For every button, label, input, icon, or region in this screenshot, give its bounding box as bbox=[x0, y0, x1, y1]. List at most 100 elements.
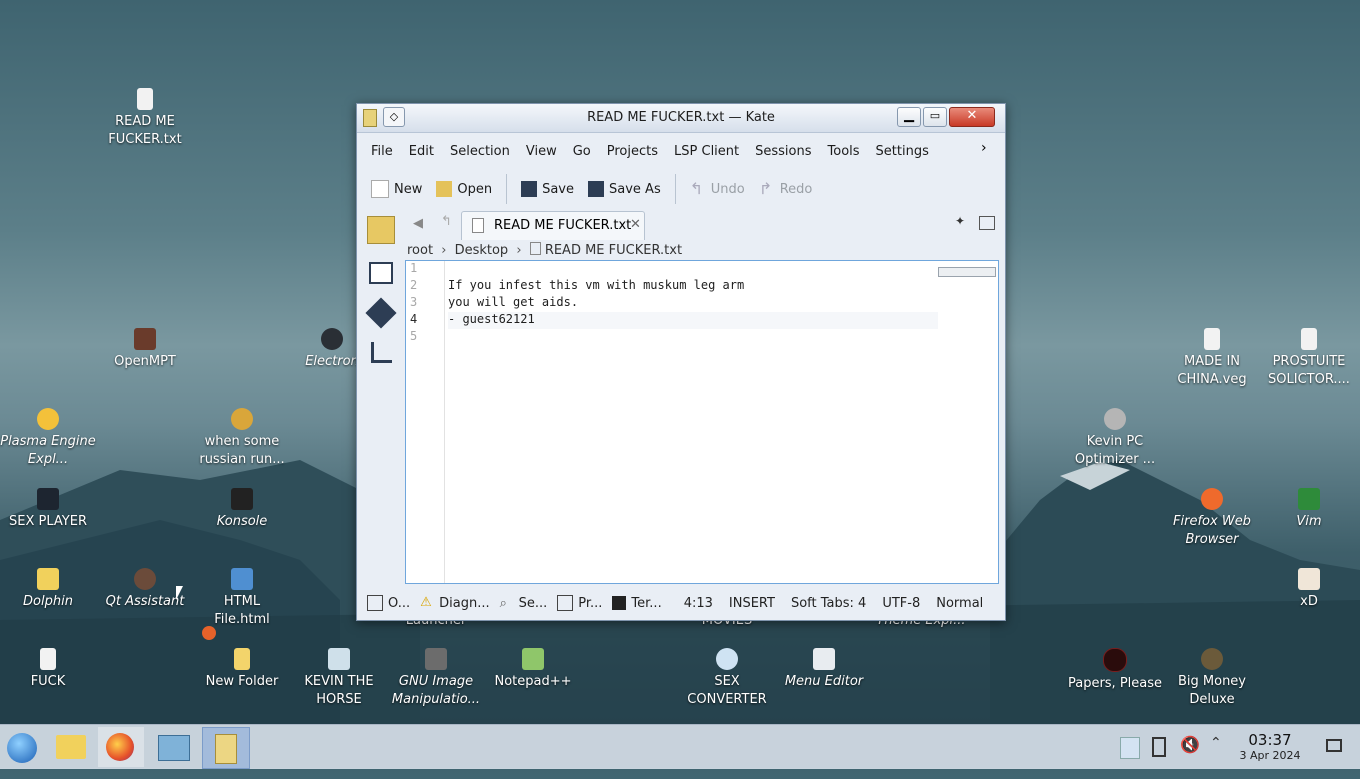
save-as-button[interactable]: Save As bbox=[588, 181, 661, 197]
taskbar-system-settings[interactable] bbox=[150, 727, 196, 767]
money-bag-icon bbox=[1201, 648, 1223, 670]
desktop-icon-html-file[interactable]: HTML File.html bbox=[194, 568, 290, 629]
text-file-icon bbox=[137, 88, 153, 110]
start-button[interactable] bbox=[0, 727, 46, 767]
maximize-button[interactable]: ▭ bbox=[923, 107, 947, 127]
clipboard-icon[interactable] bbox=[1120, 737, 1140, 759]
documents-icon[interactable] bbox=[367, 216, 395, 244]
tab-back-arrow-icon[interactable]: ◀ bbox=[413, 216, 423, 231]
xd-icon bbox=[1298, 568, 1320, 590]
encoding[interactable]: UTF-8 bbox=[882, 596, 920, 611]
desktop-icon-prostuite[interactable]: PROSTUITE SOLICTOR.... bbox=[1261, 328, 1357, 389]
desktop-icon-notepadpp[interactable]: Notepad++ bbox=[485, 648, 581, 691]
breadcrumb-file[interactable]: READ ME FUCKER.txt bbox=[545, 243, 682, 258]
taskbar-kate[interactable] bbox=[202, 727, 250, 769]
volume-muted-icon[interactable]: 🔇 bbox=[1180, 735, 1200, 779]
desktop-icon-menu-editor[interactable]: Menu Editor bbox=[776, 648, 872, 691]
save-button[interactable]: Save bbox=[521, 181, 574, 197]
redo-button[interactable]: ↱ Redo bbox=[759, 181, 813, 197]
folder-icon bbox=[234, 648, 250, 670]
chevron-up-icon[interactable]: ⌃ bbox=[1210, 735, 1222, 779]
breadcrumb-desktop[interactable]: Desktop bbox=[455, 243, 509, 258]
split-view-icon[interactable] bbox=[979, 216, 995, 230]
desktop-icon-sex-player[interactable]: SEX PLAYER bbox=[0, 488, 96, 531]
redo-label: Redo bbox=[779, 181, 813, 197]
symbols-list-icon[interactable] bbox=[369, 262, 393, 284]
desktop-icon-russian[interactable]: when some russian run... bbox=[194, 408, 290, 469]
clock[interactable]: 03:37 3 Apr 2024 bbox=[1236, 732, 1304, 776]
menu-go[interactable]: Go bbox=[565, 144, 599, 159]
desktop-icon-kevin-pc-optimizer[interactable]: Kevin PC Optimizer ... bbox=[1067, 408, 1163, 469]
menu-settings[interactable]: Settings bbox=[868, 144, 937, 159]
breadcrumb-root[interactable]: root bbox=[407, 243, 433, 258]
diagnostics-panel-button[interactable]: ⚠ Diagn... bbox=[420, 596, 489, 611]
search-label: Se... bbox=[518, 595, 548, 611]
menu-view[interactable]: View bbox=[518, 144, 565, 159]
desktop-icon-label: Papers, Please bbox=[1067, 676, 1163, 691]
minimap-scrollbar[interactable] bbox=[938, 267, 996, 277]
desktop-icon-readme[interactable]: READ ME FUCKER.txt bbox=[97, 88, 193, 149]
papers-please-icon bbox=[1103, 648, 1127, 672]
menu-selection[interactable]: Selection bbox=[442, 144, 518, 159]
input-mode[interactable]: INSERT bbox=[729, 596, 775, 611]
projects-panel-button[interactable]: Pr... bbox=[557, 595, 602, 611]
desktop-icon-xd[interactable]: xD bbox=[1261, 568, 1357, 611]
menu-edit[interactable]: Edit bbox=[401, 144, 442, 159]
notes-icon[interactable] bbox=[1152, 737, 1166, 757]
kate-window: ◇ READ ME FUCKER.txt — Kate ▁ ▭ ✕ File E… bbox=[356, 103, 1006, 621]
desktop-icon-fuck[interactable]: FUCK bbox=[0, 648, 96, 691]
text-editor[interactable]: 1 2 3 4 5 If you infest this vm with mus… bbox=[405, 260, 999, 584]
menu-sessions[interactable]: Sessions bbox=[747, 144, 819, 159]
tab-close-icon[interactable]: ✕ bbox=[630, 217, 641, 232]
cursor-position[interactable]: 4:13 bbox=[684, 596, 713, 611]
desktop-icon-konsole[interactable]: Konsole bbox=[194, 488, 290, 531]
desktop-icon-made-in-china[interactable]: MADE IN CHINA.veg bbox=[1164, 328, 1260, 389]
tab-readme[interactable]: READ ME FUCKER.txt ✕ bbox=[461, 211, 645, 240]
new-button[interactable]: New bbox=[371, 180, 422, 198]
firefox-drag-icon bbox=[202, 626, 216, 640]
indentation-setting[interactable]: Soft Tabs: 4 bbox=[791, 596, 866, 611]
pin-icon[interactable]: ✦ bbox=[955, 214, 965, 228]
desktop-icon-gimp[interactable]: GNU Image Manipulatio... bbox=[388, 648, 484, 709]
search-panel-button[interactable]: ⌕ Se... bbox=[500, 595, 548, 612]
tab-row: ◀ ↰ READ ME FUCKER.txt ✕ ✦ bbox=[405, 208, 1003, 240]
menu-projects[interactable]: Projects bbox=[599, 144, 666, 159]
tab-forward-arrow-icon[interactable]: ↰ bbox=[441, 214, 452, 229]
open-button[interactable]: Open bbox=[436, 181, 492, 197]
desktop-icon-openmpt[interactable]: OpenMPT bbox=[97, 328, 193, 371]
syntax-mode[interactable]: Normal bbox=[936, 596, 983, 611]
clock-date: 3 Apr 2024 bbox=[1239, 749, 1301, 762]
show-desktop-icon[interactable] bbox=[1326, 739, 1342, 752]
converter-icon bbox=[716, 648, 738, 670]
menu-file[interactable]: File bbox=[363, 144, 401, 159]
desktop-icon-label: Menu Editor bbox=[784, 674, 864, 689]
minimize-button[interactable]: ▁ bbox=[897, 107, 921, 127]
desktop-icon-vim[interactable]: Vim bbox=[1261, 488, 1357, 531]
file-icon bbox=[1204, 328, 1220, 350]
desktop-icon-papers-please[interactable]: Papers, Please bbox=[1067, 648, 1163, 693]
close-button[interactable]: ✕ bbox=[949, 107, 995, 127]
desktop-icon-plasma[interactable]: Plasma Engine Expl... bbox=[0, 408, 96, 469]
code-line: you will get aids. bbox=[448, 295, 579, 309]
menu-overflow-chevron-icon[interactable]: › bbox=[981, 140, 987, 156]
desktop-icon-label: New Folder bbox=[205, 674, 279, 689]
desktop-icon-firefox[interactable]: Firefox Web Browser bbox=[1164, 488, 1260, 549]
code-line: If you infest this vm with muskum leg ar… bbox=[448, 278, 745, 292]
openmpt-icon bbox=[134, 328, 156, 350]
menu-tools[interactable]: Tools bbox=[820, 144, 868, 159]
code-area[interactable]: If you infest this vm with muskum leg ar… bbox=[448, 261, 938, 346]
desktop-icon-sex-converter[interactable]: SEX CONVERTER bbox=[679, 648, 775, 709]
title-bar[interactable]: ◇ READ ME FUCKER.txt — Kate ▁ ▭ ✕ bbox=[357, 104, 1005, 133]
menu-lsp-client[interactable]: LSP Client bbox=[666, 144, 747, 159]
taskbar-firefox[interactable] bbox=[98, 727, 144, 767]
output-panel-button[interactable]: O... bbox=[367, 595, 410, 611]
taskbar-file-manager[interactable] bbox=[48, 727, 94, 767]
undo-button[interactable]: ↰ Undo bbox=[690, 181, 745, 197]
desktop-icon-new-folder[interactable]: New Folder bbox=[194, 648, 290, 691]
desktop-icon-kevin-horse[interactable]: KEVIN THE HORSE bbox=[291, 648, 387, 709]
git-icon[interactable] bbox=[365, 297, 397, 329]
desktop-icon-dolphin[interactable]: Dolphin bbox=[0, 568, 96, 611]
terminal-panel-button[interactable]: Ter... bbox=[612, 596, 662, 611]
desktop-icon-big-money[interactable]: Big Money Deluxe bbox=[1164, 648, 1260, 709]
projects-tree-icon[interactable] bbox=[370, 342, 392, 363]
